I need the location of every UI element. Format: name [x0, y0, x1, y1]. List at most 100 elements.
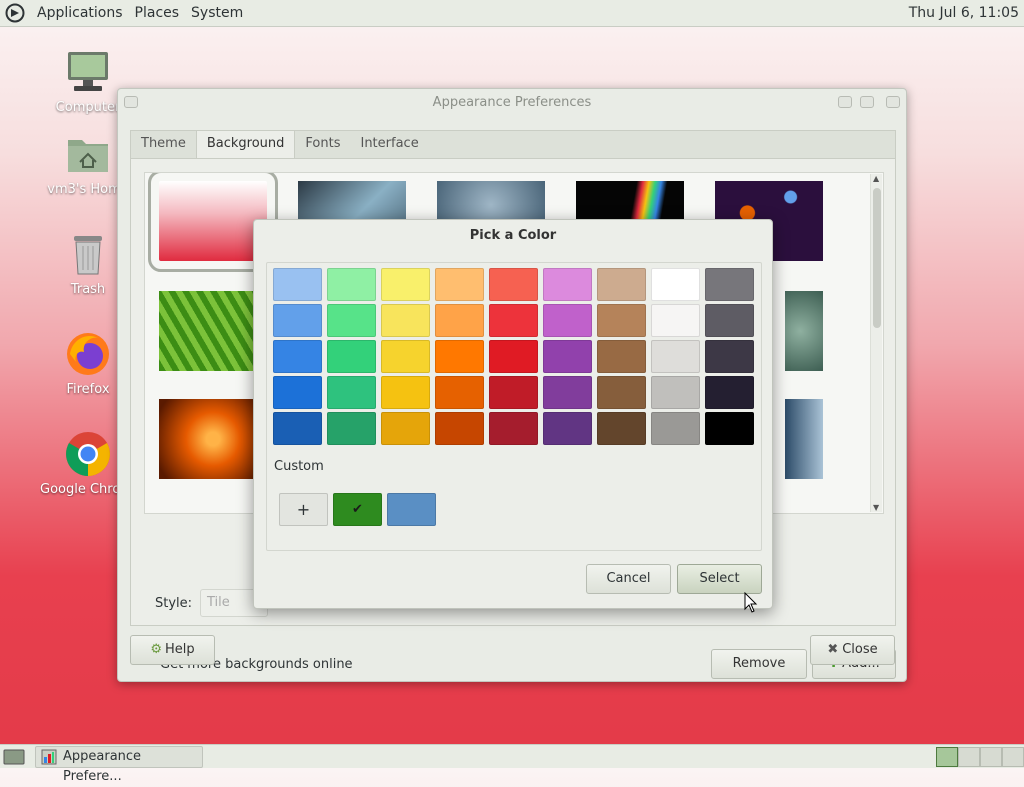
- color-swatch[interactable]: [327, 268, 376, 301]
- help-icon: ⚙: [150, 642, 162, 657]
- color-swatch[interactable]: [381, 268, 430, 301]
- color-swatch[interactable]: [543, 376, 592, 409]
- background-thumb[interactable]: [785, 291, 823, 371]
- color-swatch[interactable]: [597, 376, 646, 409]
- tab-interface[interactable]: Interface: [350, 131, 428, 158]
- color-swatch[interactable]: [273, 376, 322, 409]
- style-label: Style:: [155, 596, 193, 611]
- background-thumb[interactable]: [159, 399, 267, 479]
- clock[interactable]: Thu Jul 6, 11:05: [909, 5, 1019, 21]
- menu-applications[interactable]: Applications: [31, 5, 129, 21]
- color-swatch[interactable]: [327, 412, 376, 445]
- color-swatch[interactable]: [435, 412, 484, 445]
- window-close-icon[interactable]: [886, 96, 900, 108]
- color-swatch[interactable]: [273, 340, 322, 373]
- color-swatch[interactable]: [273, 268, 322, 301]
- checkmark-icon: ✔: [352, 502, 363, 517]
- tab-background[interactable]: Background: [196, 131, 296, 158]
- color-swatch[interactable]: [327, 376, 376, 409]
- show-desktop-icon[interactable]: [3, 748, 25, 766]
- color-swatch[interactable]: [705, 340, 754, 373]
- color-swatch[interactable]: [651, 268, 700, 301]
- scroll-down-icon[interactable]: ▼: [873, 503, 879, 512]
- color-swatch[interactable]: [705, 376, 754, 409]
- select-button[interactable]: Select: [677, 564, 762, 594]
- color-swatch[interactable]: [381, 412, 430, 445]
- tab-theme[interactable]: Theme: [131, 131, 197, 158]
- color-swatch[interactable]: [327, 340, 376, 373]
- add-custom-color-button[interactable]: +: [279, 493, 328, 526]
- close-button[interactable]: ✖ Close: [810, 635, 895, 665]
- help-button[interactable]: ⚙ Help: [130, 635, 215, 665]
- custom-color-swatch[interactable]: [387, 493, 436, 526]
- color-swatch[interactable]: [651, 340, 700, 373]
- color-swatch[interactable]: [435, 268, 484, 301]
- color-swatch[interactable]: [435, 340, 484, 373]
- taskbar-button-label: Appearance Prefere...: [63, 749, 142, 784]
- color-swatch[interactable]: [273, 304, 322, 337]
- background-thumb-selected[interactable]: [148, 173, 278, 272]
- dialog-title: Pick a Color: [469, 228, 557, 243]
- color-swatch[interactable]: [489, 376, 538, 409]
- scroll-up-icon[interactable]: ▲: [873, 174, 879, 183]
- taskbar-appearance-window[interactable]: Appearance Prefere...: [35, 746, 203, 784]
- color-swatch[interactable]: [327, 304, 376, 337]
- color-swatch[interactable]: [381, 340, 430, 373]
- color-swatch[interactable]: [435, 304, 484, 337]
- color-swatch[interactable]: [543, 268, 592, 301]
- menu-places[interactable]: Places: [129, 5, 186, 21]
- custom-color-swatch[interactable]: ✔: [333, 493, 382, 526]
- color-swatch[interactable]: [597, 412, 646, 445]
- color-swatch[interactable]: [381, 304, 430, 337]
- remove-button[interactable]: Remove: [711, 649, 807, 679]
- color-swatch[interactable]: [597, 340, 646, 373]
- workspace-2[interactable]: [958, 747, 980, 767]
- maximize-icon[interactable]: [860, 96, 874, 108]
- distro-logo-icon[interactable]: [5, 3, 25, 23]
- cancel-button[interactable]: Cancel: [586, 564, 671, 594]
- color-swatch[interactable]: [597, 268, 646, 301]
- color-swatch[interactable]: [489, 340, 538, 373]
- remove-button-label: Remove: [732, 656, 786, 671]
- color-swatch[interactable]: [543, 340, 592, 373]
- window-title: Appearance Preferences: [432, 95, 592, 110]
- color-swatch[interactable]: [705, 304, 754, 337]
- background-list-scrollbar[interactable]: ▲ ▼: [870, 174, 882, 512]
- plus-icon: +: [296, 500, 311, 519]
- color-swatch[interactable]: [705, 412, 754, 445]
- color-swatch[interactable]: [435, 376, 484, 409]
- color-swatch[interactable]: [489, 412, 538, 445]
- background-thumb[interactable]: [159, 291, 267, 371]
- menu-system[interactable]: System: [185, 5, 249, 21]
- minimize-icon[interactable]: [838, 96, 852, 108]
- window-menu-icon[interactable]: [124, 96, 138, 108]
- custom-label: Custom: [274, 459, 324, 474]
- home-folder-icon: [68, 140, 108, 172]
- color-swatch[interactable]: [597, 304, 646, 337]
- color-swatch[interactable]: [651, 304, 700, 337]
- workspace-4[interactable]: [1002, 747, 1024, 767]
- computer-icon: [68, 52, 108, 91]
- cancel-button-label: Cancel: [606, 571, 651, 586]
- tab-fonts[interactable]: Fonts: [295, 131, 350, 158]
- trash-icon: [74, 236, 102, 275]
- tab-bar: Theme Background Fonts Interface: [130, 130, 896, 158]
- workspace-1[interactable]: [936, 747, 958, 767]
- color-swatch[interactable]: [489, 304, 538, 337]
- chrome-icon: [66, 432, 110, 476]
- help-button-label: Help: [165, 642, 195, 657]
- scrollbar-thumb[interactable]: [873, 188, 881, 328]
- background-thumb[interactable]: [785, 399, 823, 479]
- workspace-3[interactable]: [980, 747, 1002, 767]
- color-swatch[interactable]: [705, 268, 754, 301]
- style-value: Tile: [207, 595, 230, 610]
- color-swatch[interactable]: [651, 412, 700, 445]
- color-swatch[interactable]: [489, 268, 538, 301]
- color-swatch[interactable]: [651, 376, 700, 409]
- color-swatch[interactable]: [381, 376, 430, 409]
- window-titlebar[interactable]: Appearance Preferences: [118, 89, 906, 119]
- color-swatch[interactable]: [543, 304, 592, 337]
- color-swatch[interactable]: [273, 412, 322, 445]
- color-swatch[interactable]: [543, 412, 592, 445]
- pick-color-dialog: Pick a Color Custom + ✔ Cancel Select: [253, 219, 773, 609]
